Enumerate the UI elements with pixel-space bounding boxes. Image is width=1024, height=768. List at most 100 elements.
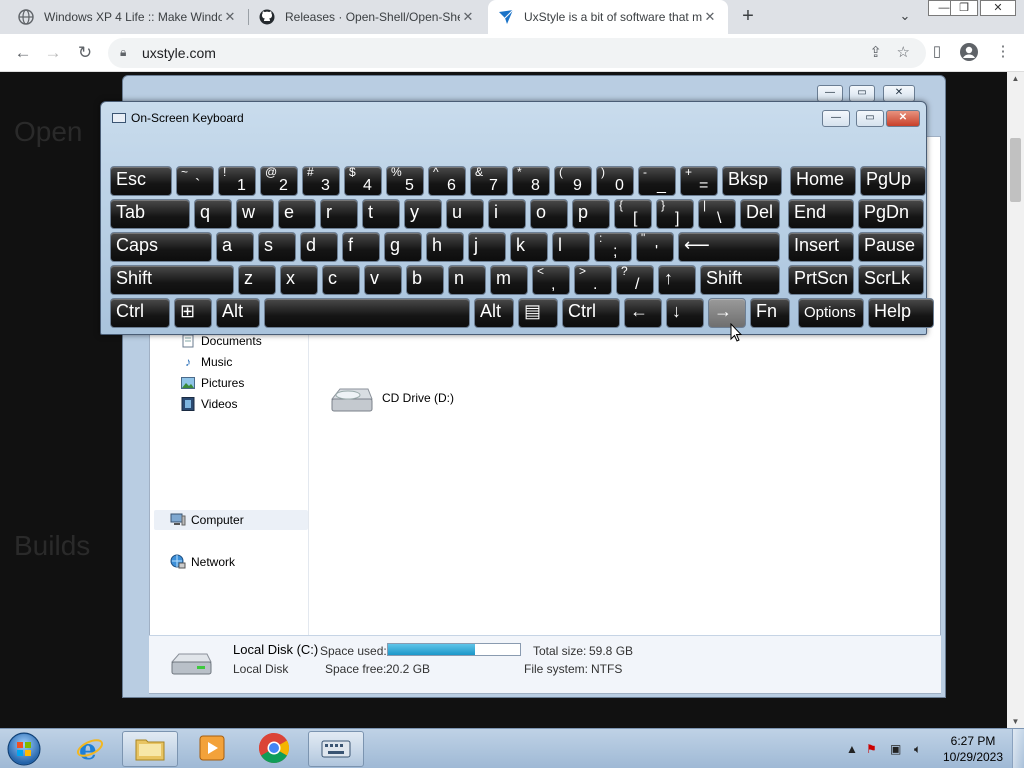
key-c[interactable]: c — [322, 265, 360, 295]
bookmark-star-icon[interactable]: ☆ — [897, 43, 910, 61]
key-3[interactable]: #3 — [302, 165, 340, 196]
network-status-icon[interactable]: ▣ — [890, 742, 901, 756]
key-symbol-7[interactable]: ← — [624, 298, 662, 328]
key-symbol-10[interactable]: ? / — [616, 264, 654, 295]
page-scrollbar[interactable]: ▲ ▼ — [1007, 72, 1024, 728]
kebab-menu-icon[interactable]: ⋮ — [992, 42, 1014, 64]
key-caps[interactable]: Caps — [110, 232, 212, 262]
key-u[interactable]: u — [446, 199, 484, 229]
profile-avatar-icon[interactable] — [958, 42, 980, 64]
key-4[interactable]: $4 — [344, 165, 382, 196]
key-o[interactable]: o — [530, 199, 568, 229]
key-5[interactable]: % 5 — [386, 165, 424, 196]
key-s[interactable]: s — [258, 232, 296, 262]
key-1[interactable]: ! 1 — [218, 165, 256, 196]
show-desktop-button[interactable] — [1012, 729, 1024, 768]
window-restore-button[interactable]: ❐ — [950, 0, 978, 16]
key-options[interactable]: Options — [798, 298, 864, 328]
key-alt[interactable]: Alt — [216, 298, 260, 328]
tab-close-icon[interactable]: ✕ — [460, 9, 476, 25]
key-i[interactable]: i — [488, 199, 526, 229]
key-pgup[interactable]: PgUp — [860, 166, 926, 196]
key-esc[interactable]: Esc — [110, 166, 172, 196]
tab-close-icon[interactable]: ✕ — [222, 9, 238, 25]
key-symbol-11[interactable]: " ' — [636, 231, 674, 262]
share-icon[interactable]: ⇪ — [869, 43, 882, 61]
key-shift[interactable]: Shift — [110, 265, 234, 295]
key-d[interactable]: d — [300, 232, 338, 262]
new-tab-button[interactable]: + — [737, 6, 759, 28]
key-t[interactable]: t — [362, 199, 400, 229]
taskbar-on-screen-keyboard[interactable] — [308, 731, 364, 767]
cd-drive-item[interactable]: CD Drive (D:) — [328, 385, 454, 419]
key-symbol-10[interactable]: :; — [594, 231, 632, 262]
taskbar-explorer[interactable] — [122, 731, 178, 767]
back-arrow-icon[interactable]: ← — [10, 40, 36, 66]
key-shift[interactable]: Shift — [700, 265, 780, 295]
key-bksp[interactable]: Bksp — [722, 166, 782, 196]
tab-search-chevron-icon[interactable]: ⌄ — [896, 8, 914, 26]
nav-item-music[interactable]: ♪ Music — [180, 352, 232, 372]
key-symbol-8[interactable]: <, — [532, 264, 570, 295]
url-text[interactable]: uxstyle.com — [142, 45, 216, 61]
key-y[interactable]: y — [404, 199, 442, 229]
reload-icon[interactable]: ↻ — [72, 40, 98, 66]
key-scrlk[interactable]: ScrLk — [858, 265, 924, 295]
taskbar-media-player[interactable] — [184, 731, 240, 767]
explorer-minimize-button[interactable]: — — [817, 85, 843, 102]
key-r[interactable]: r — [320, 199, 358, 229]
key-space[interactable] — [264, 298, 470, 328]
key-g[interactable]: g — [384, 232, 422, 262]
system-clock[interactable]: 6:27 PM 10/29/2023 — [940, 733, 1006, 765]
key-k[interactable]: k — [510, 232, 548, 262]
key-e[interactable]: e — [278, 199, 316, 229]
key-ctrl[interactable]: Ctrl — [562, 298, 620, 328]
taskbar-internet-explorer[interactable]: e — [62, 731, 118, 767]
action-center-flag-icon[interactable]: ⚑ — [866, 742, 877, 756]
key-7[interactable]: & 7 — [470, 165, 508, 196]
key-ctrl[interactable]: Ctrl — [110, 298, 170, 328]
key-home[interactable]: Home — [790, 166, 856, 196]
tab-open-shell-releases[interactable]: Releases · Open-Shell/Open-She ✕ — [249, 0, 486, 34]
key-del[interactable]: Del — [740, 199, 780, 229]
show-hidden-icons-arrow-icon[interactable]: ▲ — [846, 742, 858, 756]
window-close-button[interactable]: ✕ — [980, 0, 1016, 16]
key-symbol-12[interactable]: - _ — [638, 165, 676, 196]
key-help[interactable]: Help — [868, 298, 934, 328]
key-fn[interactable]: Fn — [750, 298, 790, 328]
start-button[interactable] — [4, 731, 44, 767]
volume-muted-icon[interactable]: 🔈︎ — [914, 742, 921, 757]
nav-item-network[interactable]: Network — [170, 552, 235, 572]
key-m[interactable]: m — [490, 265, 528, 295]
key-pgdn[interactable]: PgDn — [858, 199, 924, 229]
key-alt[interactable]: Alt — [474, 298, 514, 328]
key-symbol-13[interactable]: | \ — [698, 198, 736, 229]
tab-close-icon[interactable]: ✕ — [702, 9, 718, 25]
explorer-close-button[interactable]: ✕ — [883, 85, 915, 102]
nav-item-videos[interactable]: Videos — [180, 394, 237, 414]
key-n[interactable]: n — [448, 265, 486, 295]
key-0[interactable]: ) 0 — [596, 165, 634, 196]
key-2[interactable]: @2 — [260, 165, 298, 196]
key-f[interactable]: f — [342, 232, 380, 262]
tab-windows-xp-4-life[interactable]: Windows XP 4 Life :: Make Windo ✕ — [8, 0, 248, 34]
key-w[interactable]: w — [236, 199, 274, 229]
key-symbol-1[interactable]: ⊞ — [174, 298, 212, 328]
key-p[interactable]: p — [572, 199, 610, 229]
key-symbol-5[interactable]: ▤ — [518, 298, 558, 328]
key-symbol-11[interactable]: ↑ — [658, 265, 696, 295]
key-6[interactable]: ^ 6 — [428, 165, 466, 196]
key-tab[interactable]: Tab — [110, 199, 190, 229]
key-h[interactable]: h — [426, 232, 464, 262]
key-x[interactable]: x — [280, 265, 318, 295]
key-symbol-12[interactable]: ⟵ — [678, 232, 780, 262]
address-bar[interactable]: 🔒︎ uxstyle.com ⇪ ☆ — [108, 38, 926, 68]
scroll-down-arrow-icon[interactable]: ▼ — [1007, 717, 1024, 726]
side-panel-icon[interactable]: ▯ — [926, 42, 948, 64]
forward-arrow-icon[interactable]: → — [40, 40, 66, 66]
key-symbol-13[interactable]: + = — [680, 165, 718, 196]
key-insert[interactable]: Insert — [788, 232, 854, 262]
scrollbar-thumb[interactable] — [1010, 138, 1021, 202]
key-l[interactable]: l — [552, 232, 590, 262]
key-j[interactable]: j — [468, 232, 506, 262]
